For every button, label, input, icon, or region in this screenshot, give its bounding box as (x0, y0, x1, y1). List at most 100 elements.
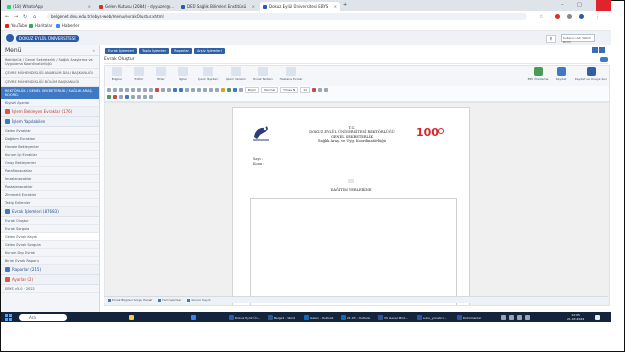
bottom-tab[interactable]: Hızlı İşlemler (158, 298, 181, 302)
taskbar-app[interactable]: Belge1 - Word (268, 314, 295, 321)
sidebar-item[interactable]: Gelen Evraklar (1, 127, 99, 135)
bookmark-news[interactable]: Haberler (56, 23, 79, 28)
browser-tab[interactable]: (18) WhatsApp × (4, 2, 94, 11)
preview-doc-icon[interactable] (125, 95, 129, 99)
kebab-menu-icon[interactable]: ⋮ (595, 14, 600, 20)
find-icon[interactable] (318, 88, 323, 92)
extension-icon[interactable] (555, 14, 560, 19)
align-right-icon[interactable] (209, 88, 213, 92)
star-icon[interactable]: ☆ (539, 14, 543, 20)
sidebar-item[interactable]: Onay Bekleyenler (1, 159, 99, 167)
style-select[interactable]: Biçim (245, 87, 260, 93)
top-button[interactable]: Raporlar (171, 48, 192, 54)
browser-tab[interactable]: DEÜ Sağlık Bilimleri Enstitüsü × (178, 2, 258, 11)
bold-icon[interactable] (137, 88, 141, 92)
spellcheck-icon[interactable] (312, 88, 317, 92)
profile-avatar[interactable] (579, 14, 584, 19)
minimize-icon[interactable]: – (561, 2, 564, 8)
taskbar-app[interactable]: Dokuz Eylül Ün... (229, 314, 260, 321)
highlight-icon[interactable] (227, 88, 231, 92)
taskbar-clock[interactable]: 12:05 21.03.2024 (567, 313, 584, 321)
top-button[interactable]: Evrak İşlemleri (105, 48, 137, 54)
top-button[interactable]: Arşiv İşlemleri (193, 48, 225, 54)
sidebar-item[interactable]: Evrak Oluştur (1, 217, 99, 225)
ribbon-item[interactable]: Ekler (151, 67, 171, 81)
volume-icon[interactable] (509, 315, 514, 320)
maximize-icon[interactable]: □ (577, 2, 582, 8)
app-logo[interactable]: DOKUZ EYLÜL ÜNİVERSİTESİ (6, 34, 79, 42)
taskbar-app[interactable] (129, 314, 134, 321)
minimize-panel-icon[interactable] (592, 47, 598, 53)
image-icon[interactable] (239, 88, 243, 92)
ribbon-item[interactable]: İlgiler (173, 67, 193, 81)
source-icon[interactable] (324, 88, 329, 92)
align-center-icon[interactable] (203, 88, 207, 92)
paste-icon[interactable] (119, 88, 123, 92)
bottom-tab[interactable]: Kurum Kaydı (187, 298, 210, 302)
superscript-icon[interactable] (167, 88, 171, 92)
maximize-editor-icon[interactable] (149, 95, 153, 99)
top-button[interactable]: Toplu İşlemler (138, 48, 170, 54)
ribbon-item[interactable]: Evrak Notları (251, 67, 275, 81)
close-icon[interactable]: × (334, 4, 337, 9)
sidebar-section-settings[interactable]: Ayarlar (2) (1, 275, 99, 285)
indent-icon[interactable] (185, 88, 189, 92)
special-char-icon[interactable] (143, 95, 147, 99)
sidebar-item[interactable]: Kurum İçi Evraklar (1, 151, 99, 159)
sidebar-item[interactable]: Dağıtım Evrakları (1, 135, 99, 143)
taskbar-app[interactable]: 21.03 - Outlook (341, 314, 370, 321)
subscript-icon[interactable] (161, 88, 165, 92)
page-break-icon[interactable] (131, 95, 135, 99)
unit-item[interactable]: Rektörlük / Genel Sekreterlik / Sağlık A… (1, 56, 99, 69)
search-icon[interactable]: ⚲ (546, 35, 556, 43)
personal-settings[interactable]: Kişisel Ayarlar (1, 99, 99, 107)
undo-icon[interactable] (125, 88, 129, 92)
unit-item[interactable]: ÇEVRE MÜHENDİSLİĞİ ANABİLİM DALI BAŞKANL… (1, 69, 99, 78)
distribution-box[interactable] (250, 198, 457, 305)
underline-icon[interactable] (149, 88, 153, 92)
sidebar-item[interactable]: Kurum Dışı Evrak (1, 249, 99, 257)
ribbon-item[interactable]: İçerik İlişkileri (195, 67, 221, 81)
sidebar-section-reports[interactable]: Raporlar (215) (1, 265, 99, 275)
save-submit-button[interactable]: Kaydet ve Onaya Sun (573, 67, 609, 81)
sidebar-section-pending[interactable]: İşlem Bekleyen Evraklar (176) (1, 107, 99, 117)
sidebar-item[interactable]: İmzalanacaklar (1, 175, 99, 183)
taskbar-app[interactable] (191, 314, 196, 321)
taskbar-app[interactable]: Gelen - Outlook (304, 314, 333, 321)
ribbon-item[interactable]: Hastane Evrakı (277, 67, 305, 81)
bookmark-youtube[interactable]: YouTube (5, 23, 27, 28)
back-icon[interactable]: ← (5, 14, 9, 20)
preview-button[interactable]: EBY Önizleme (525, 67, 551, 81)
horizontal-line-icon[interactable] (137, 95, 141, 99)
network-icon[interactable] (501, 315, 506, 320)
sidebar-item[interactable]: Takip Edilenler (1, 199, 99, 207)
outdent-icon[interactable] (191, 88, 195, 92)
bookmark-maps[interactable]: Haritalar (29, 23, 52, 28)
close-panel-icon[interactable] (599, 47, 605, 53)
table-icon[interactable] (233, 88, 237, 92)
home-icon[interactable]: ⌂ (33, 14, 36, 20)
browser-tab-active[interactable]: Dokuz Eylül Üniversitesi EBYS × (260, 2, 340, 11)
sidebar-item[interactable]: Gelen Evrak Sorgula (1, 241, 99, 249)
help-icon[interactable] (600, 57, 608, 62)
pdf-icon[interactable] (113, 95, 117, 99)
italic-icon[interactable] (143, 88, 147, 92)
list-icon[interactable] (173, 88, 177, 92)
justify-icon[interactable] (215, 88, 219, 92)
align-left-icon[interactable] (197, 88, 201, 92)
sidebar-item[interactable]: Postalanacaklar (1, 183, 99, 191)
sidebar-section-actionable[interactable]: İşlem Yapılabilen (1, 117, 99, 127)
reload-icon[interactable]: ↻ (23, 14, 27, 20)
ribbon-item[interactable]: Bilgiler (107, 67, 127, 81)
numbered-list-icon[interactable] (179, 88, 183, 92)
sidebar-item[interactable]: Zimmetli Evraklar (1, 191, 99, 199)
size-select[interactable]: 12 (300, 87, 311, 93)
windows-start-icon[interactable] (5, 314, 12, 321)
document-page[interactable]: T.C. DOKUZ EYLÜL ÜNİVERSİTESİ REKTÖRLÜĞÜ… (232, 107, 470, 305)
collapse-icon[interactable]: « (93, 48, 95, 53)
taskbar-app[interactable]: Dokümanlar (457, 314, 481, 321)
ribbon-item[interactable]: Editör (129, 67, 149, 81)
sidebar-section-documents[interactable]: Evrak İşlemleri (87683) (1, 207, 99, 217)
forward-icon[interactable]: → (14, 14, 18, 20)
sidebar-item[interactable]: Evrak Sorgula (1, 225, 99, 233)
